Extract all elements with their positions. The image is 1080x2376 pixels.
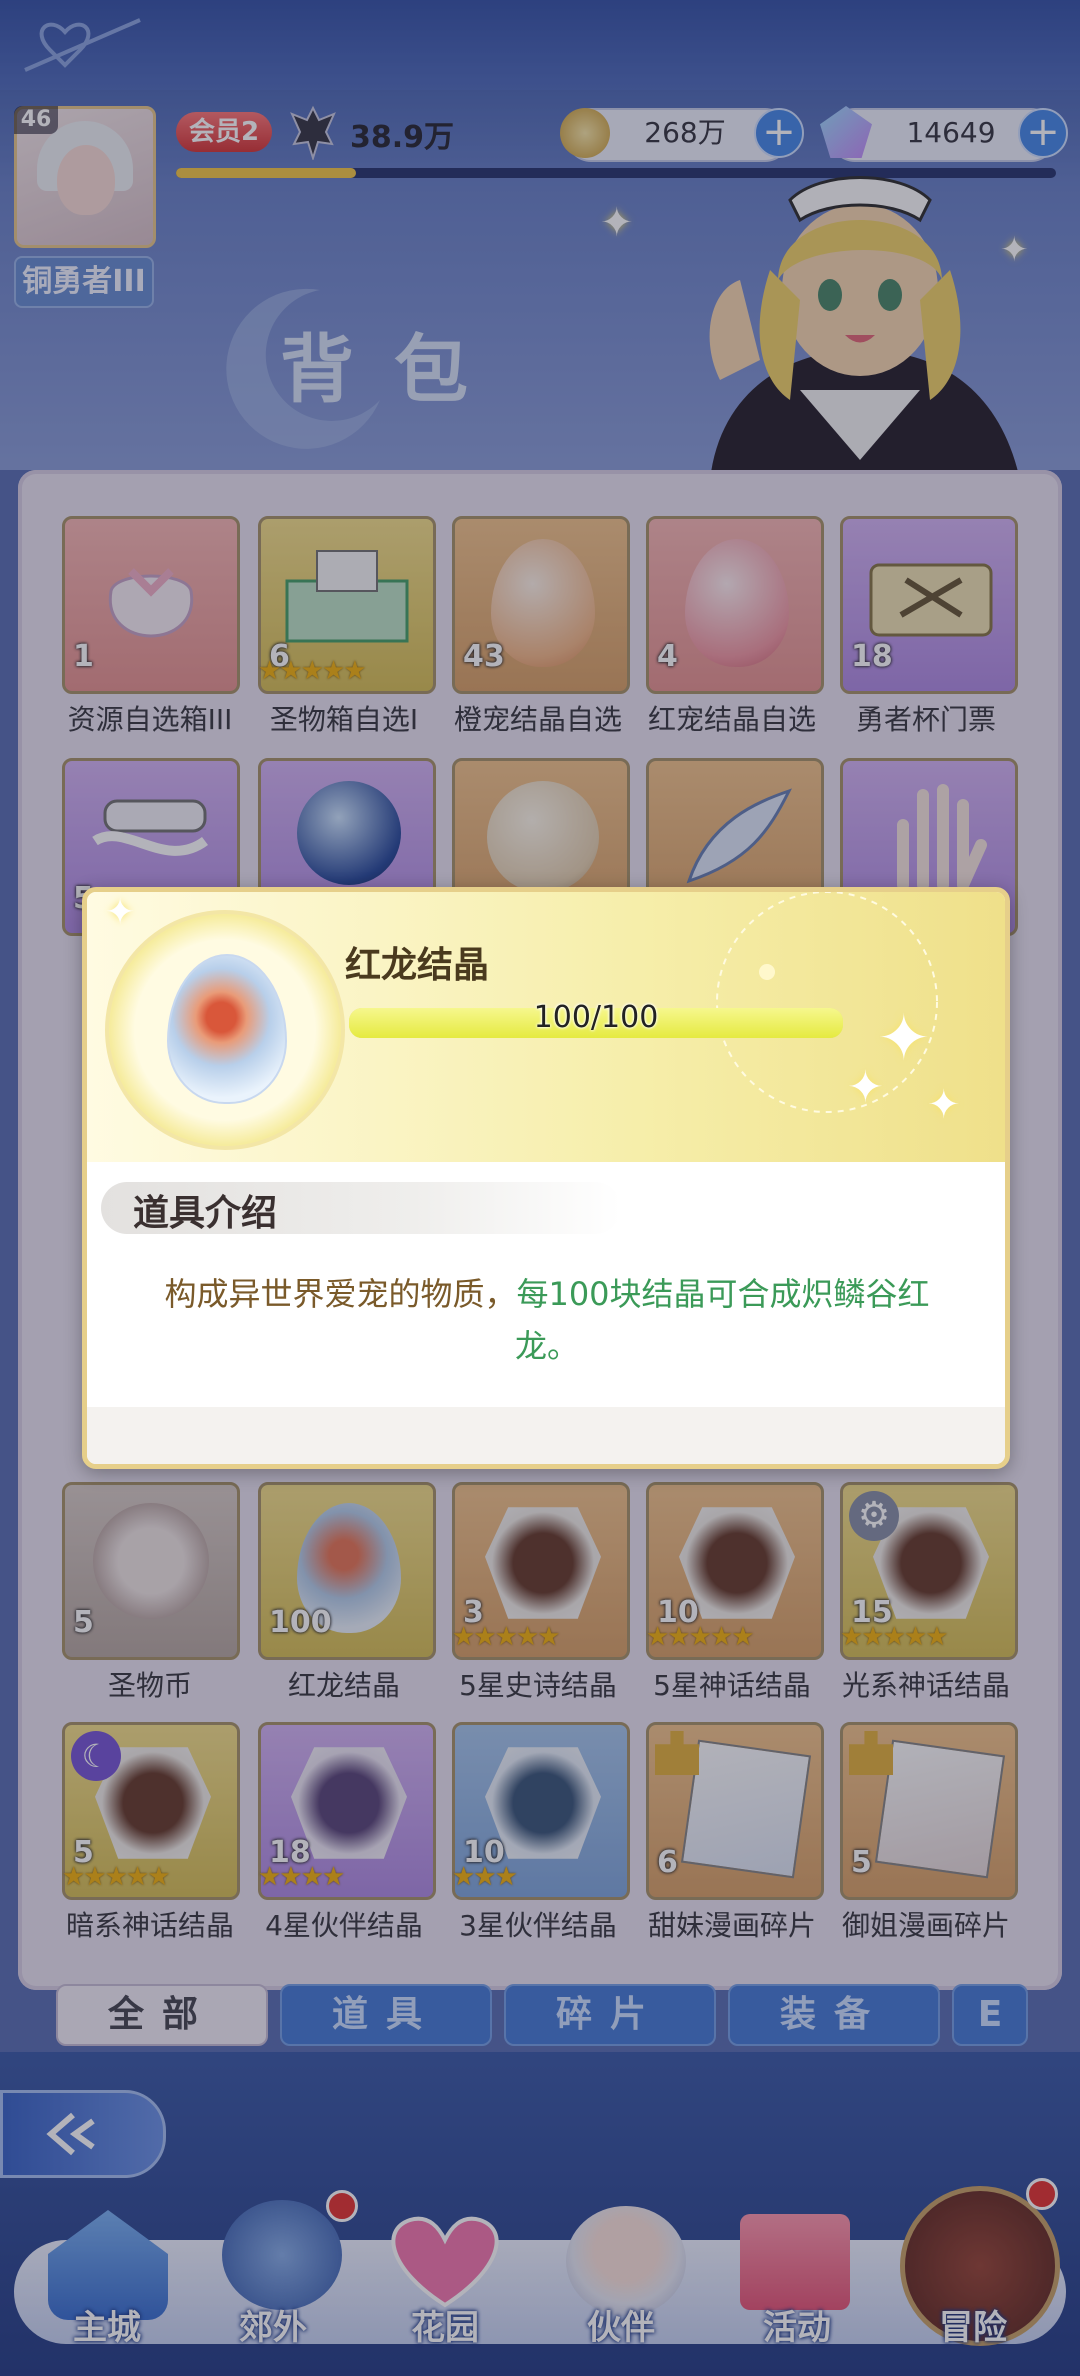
item-description: 构成异世界爱宠的物质，每100块结晶可合成炽鳞谷红龙。 [147,1268,947,1372]
item-icon-frame [105,910,345,1150]
sparkle-icon: ✦ [927,1082,961,1128]
item-title: 红龙结晶 [345,945,490,986]
sparkle-icon: ✦ [847,1062,884,1113]
sparkle-icon: ✦ [105,892,136,933]
modal-footer [87,1407,1005,1464]
section-title: 道具介绍 [133,1193,278,1234]
sparkle-icon: ✦ [877,1002,931,1076]
description-highlight: 每100块结晶可合成炽鳞谷红龙。 [514,1275,930,1365]
red-dragon-crystal-icon [167,954,287,1104]
description-text: 构成异世界爱宠的物质， [164,1275,517,1313]
item-detail-modal: ✦ ✦ ✦ ✦ 红龙结晶 100/100 道具介绍 构成异世界爱宠的物质，每10… [82,887,1010,1469]
progress-text: 100/100 [533,1000,659,1035]
